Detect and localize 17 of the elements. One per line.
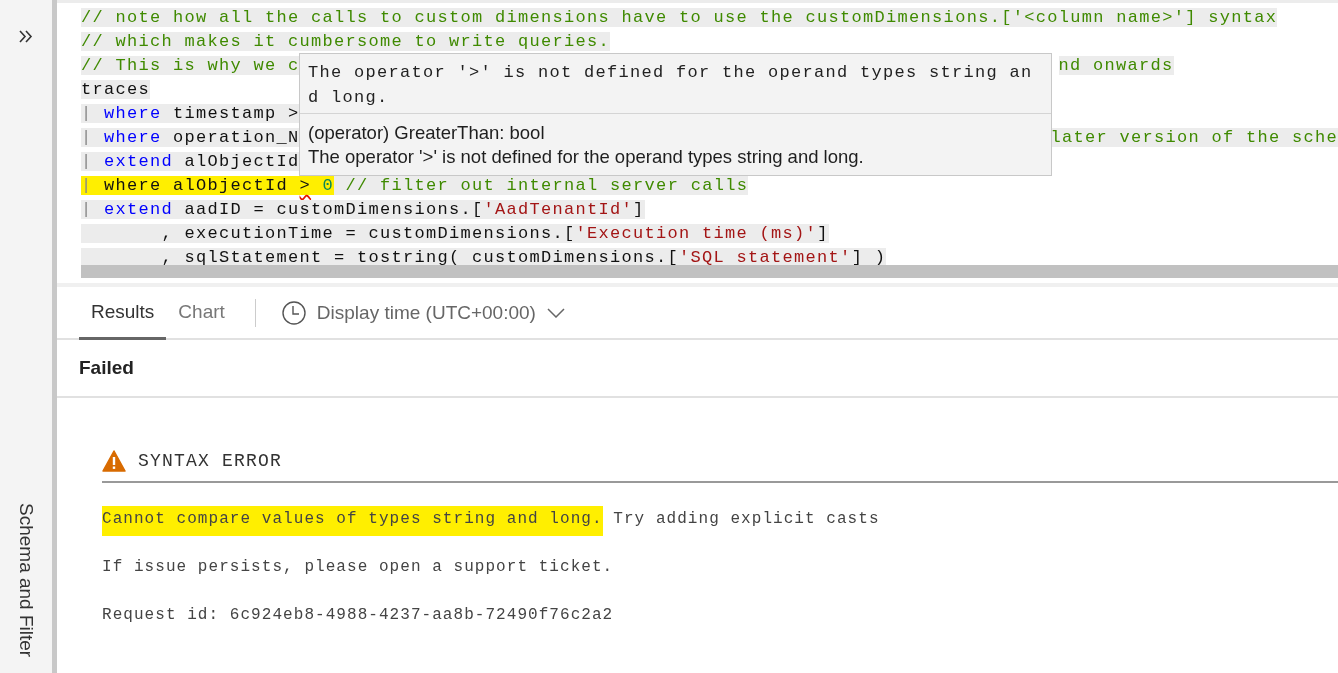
schema-and-filter-tab[interactable]: Schema and Filter: [15, 502, 37, 657]
error-message: Cannot compare values of types string and long. Try adding explicit casts: [102, 506, 880, 536]
clock-icon: [281, 300, 306, 325]
time-display-selector[interactable]: Display time (UTC+00:00): [281, 300, 565, 325]
chevron-down-icon: [546, 307, 565, 318]
popup-description: The operator '>' is not defined for the operand types string and long.: [308, 145, 865, 169]
horizontal-scrollbar[interactable]: [81, 265, 1338, 278]
status-text: Failed: [79, 357, 134, 379]
popup-signature: (operator) GreaterThan: bool: [308, 121, 546, 145]
error-message: If issue persists, please open a support ticket.: [102, 558, 614, 576]
error-message: Request id: 6c924eb8-4988-4237-aa8b-72490f76c2a2: [102, 606, 614, 624]
popup-error-text: The operator '>' is not defined for the operand types string and long.: [307, 62, 1034, 109]
results-tab[interactable]: Results: [79, 287, 167, 340]
expand-icon[interactable]: [19, 30, 33, 43]
error-title: SYNTAX ERROR: [138, 451, 283, 471]
warning-icon: [102, 450, 126, 472]
results-tab[interactable]: Chart: [166, 287, 237, 340]
